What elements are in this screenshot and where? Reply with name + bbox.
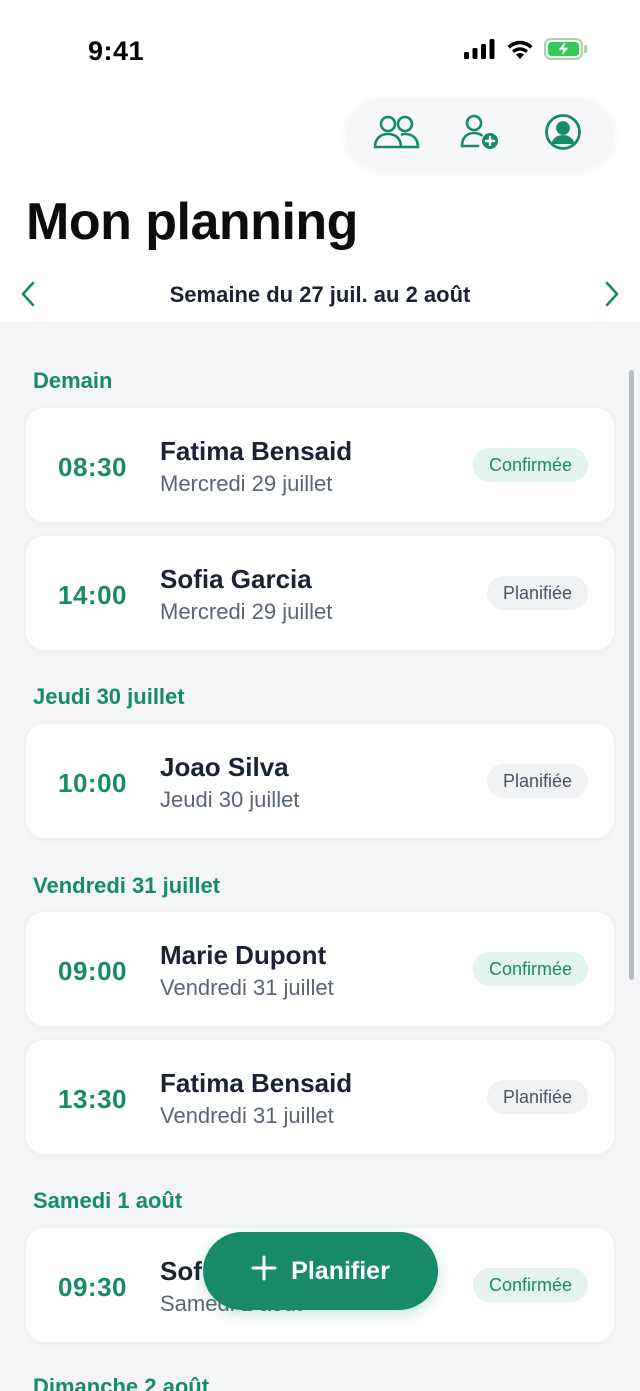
status-badge: Confirmée <box>472 952 588 986</box>
status-badge: Planifiée <box>486 576 588 610</box>
patient-name: Marie Dupont <box>160 940 327 970</box>
patient-name: Sof <box>160 1256 202 1286</box>
patient-name: Fatima Bensaid <box>160 1068 353 1098</box>
app-screen: 9:41 Mon planning Semaine du 27 juil. au… <box>0 0 640 1391</box>
appointment-card[interactable]: 09:00 Marie Dupont Vendredi 31 juillet C… <box>26 912 614 1026</box>
status-bar: 9:41 <box>0 0 640 100</box>
appointment-time: 14:00 <box>58 580 127 610</box>
scrollbar[interactable] <box>629 370 634 980</box>
section-header: Jeudi 30 juillet <box>33 684 185 709</box>
appointment-card[interactable]: 10:00 Joao Silva Jeudi 30 juillet Planif… <box>26 724 614 838</box>
add-patient-button[interactable] <box>450 104 510 164</box>
wifi-icon <box>506 39 534 65</box>
patient-name: Fatima Bensaid <box>160 436 353 466</box>
appointment-time: 10:00 <box>58 768 127 798</box>
status-badge: Planifiée <box>486 764 588 798</box>
schedule-button[interactable]: Planifier <box>203 1232 438 1310</box>
previous-week-button[interactable] <box>12 280 44 312</box>
signal-icon <box>464 39 496 64</box>
appointment-card[interactable]: 13:30 Fatima Bensaid Vendredi 31 juillet… <box>26 1040 614 1154</box>
account-icon <box>544 113 582 156</box>
top-actions <box>346 98 614 170</box>
status-badge: Planifiée <box>486 1080 588 1114</box>
contacts-button[interactable] <box>367 104 427 164</box>
plus-icon <box>251 1253 277 1287</box>
appointment-date: Vendredi 31 juillet <box>160 975 334 1000</box>
appointment-time: 09:00 <box>58 956 127 986</box>
appointment-time: 08:30 <box>58 452 127 482</box>
add-person-icon <box>460 113 500 156</box>
next-week-button[interactable] <box>596 280 628 312</box>
status-time: 9:41 <box>88 36 145 66</box>
patient-name: Sofia Garcia <box>160 564 312 594</box>
section-header: Demain <box>33 368 113 393</box>
section-header: Vendredi 31 juillet <box>33 873 221 898</box>
chevron-right-icon <box>604 281 620 312</box>
week-label: Semaine du 27 juil. au 2 août <box>169 282 471 307</box>
appointment-date: Jeudi 30 juillet <box>160 787 300 812</box>
appointment-time: 13:30 <box>58 1084 127 1114</box>
appointments-list[interactable]: Demain 08:30 Fatima Bensaid Mercredi 29 … <box>0 322 640 1391</box>
status-badge: Confirmée <box>472 448 588 482</box>
battery-charging-icon <box>544 38 588 65</box>
status-icons <box>464 38 588 65</box>
status-badge: Confirmée <box>472 1268 588 1302</box>
week-navigator: Semaine du 27 juil. au 2 août <box>0 270 640 320</box>
appointment-time: 09:30 <box>58 1272 127 1302</box>
schedule-button-label: Planifier <box>291 1256 390 1285</box>
profile-button[interactable] <box>533 104 593 164</box>
group-icon <box>372 114 422 155</box>
appointment-card[interactable]: 08:30 Fatima Bensaid Mercredi 29 juillet… <box>26 408 614 522</box>
appointment-date: Mercredi 29 juillet <box>160 599 333 624</box>
section-header: Samedi 1 août <box>33 1188 183 1213</box>
section-header: Dimanche 2 août <box>33 1374 210 1391</box>
chevron-left-icon <box>20 281 36 312</box>
appointment-date: Mercredi 29 juillet <box>160 471 333 496</box>
patient-name: Joao Silva <box>160 752 289 782</box>
appointment-card[interactable]: 14:00 Sofia Garcia Mercredi 29 juillet P… <box>26 536 614 650</box>
appointment-date: Vendredi 31 juillet <box>160 1103 334 1128</box>
page-title: Mon planning <box>26 193 358 251</box>
